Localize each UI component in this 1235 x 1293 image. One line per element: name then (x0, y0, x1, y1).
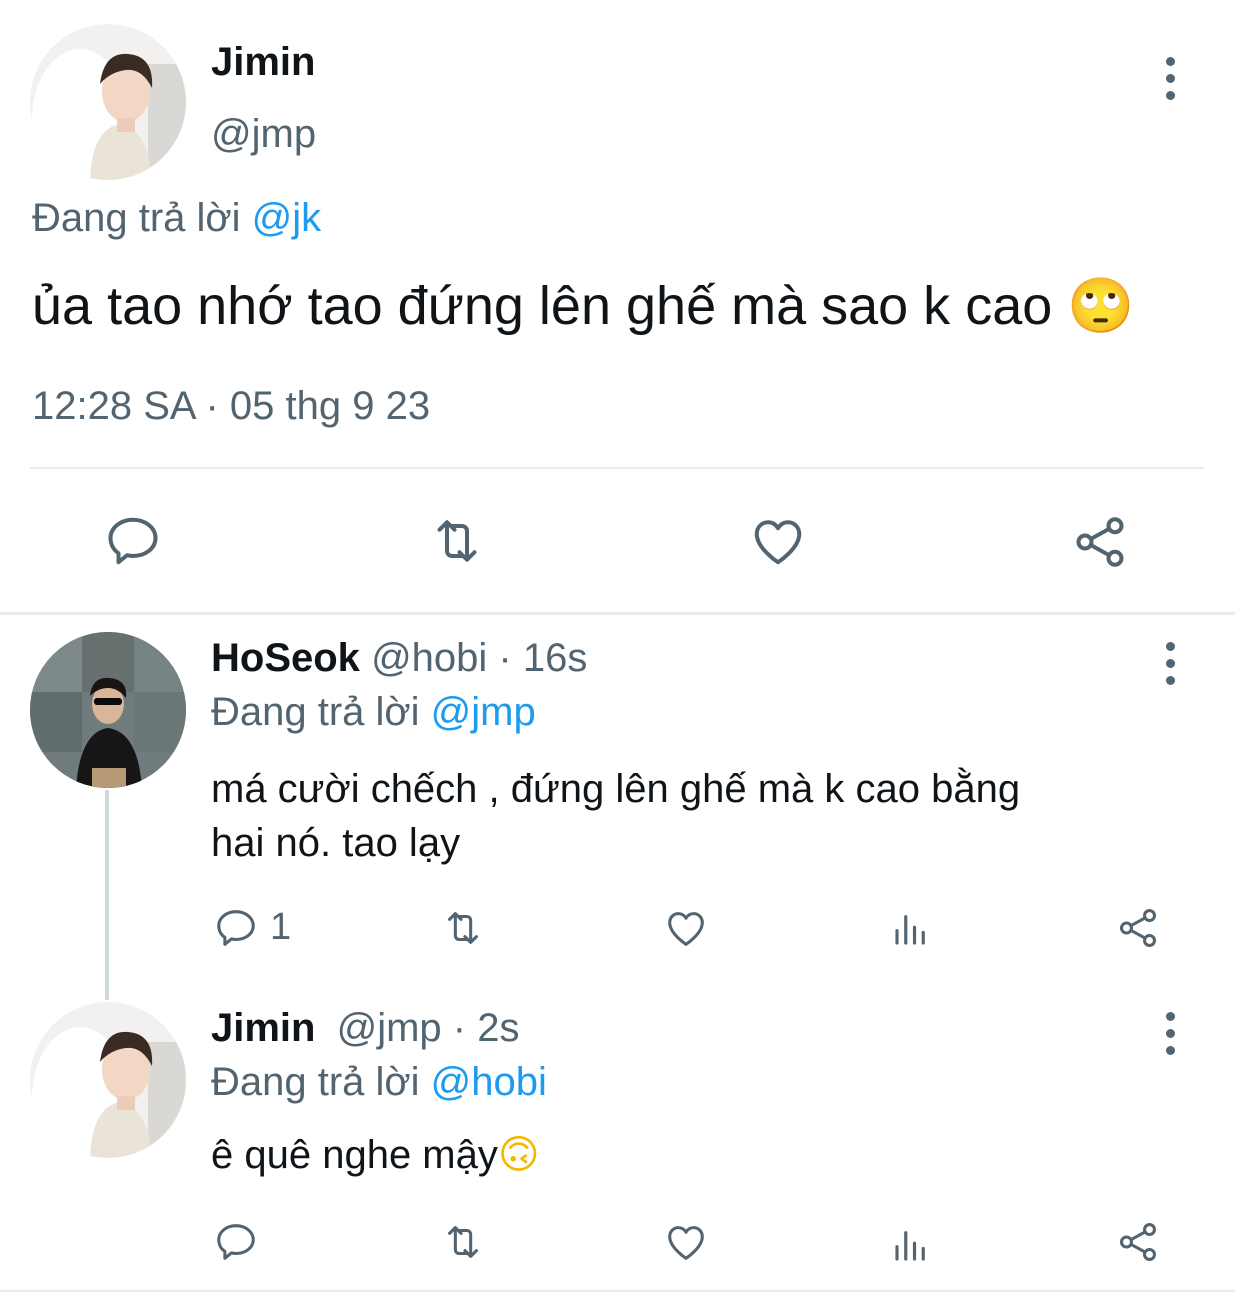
divider (30, 467, 1204, 469)
share-icon (1119, 1223, 1157, 1261)
handle[interactable]: @jmp (211, 112, 316, 157)
more-options-icon[interactable] (1166, 1012, 1176, 1063)
display-name[interactable]: Jimin (211, 40, 315, 85)
heart-icon (668, 1226, 704, 1260)
replying-to-link[interactable]: @jk (252, 196, 322, 240)
analytics-icon (895, 1231, 925, 1261)
reply-text: má cười chếch , đứng lên ghế mà k cao bằ… (211, 762, 1020, 870)
replying-prefix: Đang trả lời (32, 196, 241, 240)
section-divider (0, 612, 1235, 615)
retweet-icon (448, 912, 478, 944)
retweet-button[interactable] (436, 904, 490, 952)
share-icon (1119, 909, 1157, 947)
relative-time[interactable]: 2s (477, 1006, 519, 1050)
upside-down-face-emoji: 🙃 (497, 1132, 540, 1178)
share-button[interactable] (1114, 904, 1162, 952)
like-button[interactable] (662, 904, 710, 952)
reply-icon (108, 517, 158, 565)
reply-icon (217, 910, 255, 946)
reply-button[interactable] (100, 510, 166, 572)
like-button[interactable] (745, 510, 811, 572)
tweet-text-body: ủa tao nhớ tao đứng lên ghế mà sao k cao (32, 276, 1053, 336)
replying-to-line: Đang trả lời @jmp (211, 690, 536, 735)
avatar[interactable] (30, 1002, 186, 1158)
more-options-icon[interactable] (1166, 57, 1176, 108)
replying-to-link[interactable]: @hobi (431, 1060, 547, 1104)
replying-to-link[interactable]: @jmp (431, 690, 536, 734)
handle[interactable]: @jmp (337, 1006, 442, 1050)
reply-count: 1 (270, 906, 292, 948)
display-name[interactable]: Jimin (211, 1006, 315, 1050)
retweet-icon (437, 520, 477, 562)
more-options-icon[interactable] (1166, 642, 1176, 693)
thread-line (105, 790, 109, 1000)
display-name[interactable]: HoSeok (211, 636, 360, 680)
reply-icon (217, 1224, 255, 1260)
reply-header: Jimin @jmp · 2s (211, 1006, 520, 1051)
replying-prefix: Đang trả lời (211, 1060, 420, 1104)
timestamp[interactable]: 12:28 SA · 05 thg 9 23 (32, 384, 430, 429)
face-with-rolling-eyes-emoji: 🙄 (1067, 274, 1135, 337)
avatar[interactable] (30, 632, 186, 788)
reply-text-body: ê quê nghe mậy (211, 1133, 498, 1177)
like-button[interactable] (662, 1218, 710, 1266)
separator-dot: · (452, 1006, 467, 1050)
analytics-icon (895, 915, 925, 945)
heart-icon (754, 520, 802, 565)
reply-button[interactable] (212, 1218, 260, 1266)
replying-prefix: Đang trả lời (211, 690, 420, 734)
replying-to-line: Đang trả lời @hobi (211, 1060, 547, 1105)
reply-text-line: hai nó. tao lạy (211, 821, 461, 865)
heart-icon (668, 912, 704, 946)
share-button[interactable] (1114, 1218, 1162, 1266)
reply-button[interactable] (212, 904, 260, 952)
replying-to-line: Đang trả lời @jk (32, 196, 321, 241)
avatar[interactable] (30, 24, 186, 180)
retweet-button[interactable] (422, 510, 492, 572)
separator-dot: · (498, 636, 512, 680)
retweet-icon (448, 1226, 478, 1258)
views-button[interactable] (888, 1222, 934, 1268)
handle[interactable]: @hobi (371, 636, 487, 680)
views-button[interactable] (888, 906, 934, 952)
reply-text-line: má cười chếch , đứng lên ghế mà k cao bằ… (211, 767, 1021, 811)
reply-text: ê quê nghe mậy🙃 (211, 1132, 540, 1178)
bottom-divider (0, 1290, 1235, 1292)
relative-time[interactable]: 16s (523, 636, 588, 680)
reply-header: HoSeok @hobi · 16s (211, 636, 587, 681)
share-button[interactable] (1068, 510, 1132, 574)
share-icon (1076, 517, 1124, 567)
tweet-text: ủa tao nhớ tao đứng lên ghế mà sao k cao… (32, 274, 1135, 338)
retweet-button[interactable] (436, 1218, 490, 1266)
